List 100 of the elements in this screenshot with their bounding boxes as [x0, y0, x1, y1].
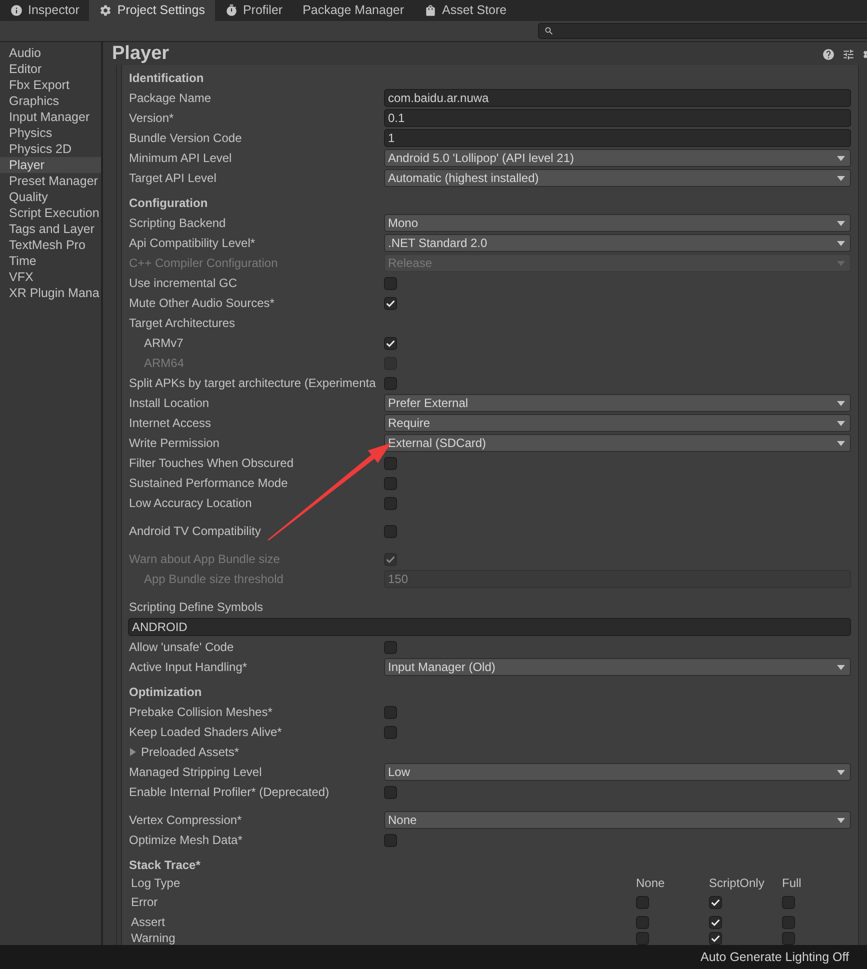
field-label: Minimum API Level: [129, 150, 232, 167]
section-heading: Configuration: [129, 195, 208, 212]
field-label: Enable Internal Profiler* (Deprecated): [129, 784, 330, 801]
sidebar-item[interactable]: VFX: [0, 269, 101, 285]
dropdown[interactable]: Low: [384, 763, 851, 781]
status-text: Auto Generate Lighting Off: [700, 948, 849, 966]
column-header: None: [636, 875, 666, 892]
sidebar-item[interactable]: TextMesh Pro: [0, 237, 101, 253]
checkbox[interactable]: [384, 296, 397, 310]
checkbox[interactable]: [384, 834, 397, 846]
field-label: Scripting Define Symbols: [129, 599, 264, 616]
text-field[interactable]: 1: [384, 129, 851, 147]
checkbox[interactable]: [636, 932, 649, 945]
checkbox[interactable]: [709, 896, 722, 908]
checkbox[interactable]: [384, 726, 397, 738]
field-label: Vertex Compression*: [129, 812, 242, 829]
dropdown[interactable]: Android 5.0 'Lollipop' (API level 21): [384, 149, 851, 167]
field-label: Prebake Collision Meshes*: [129, 704, 272, 721]
checkbox[interactable]: [384, 524, 397, 538]
panel-title: Player: [112, 42, 170, 65]
checkbox[interactable]: [384, 376, 397, 390]
triangle-icon: [129, 748, 137, 756]
sidebar-item[interactable]: Editor: [0, 61, 101, 77]
field-label: Api Compatibility Level*: [129, 235, 256, 252]
sidebar-item[interactable]: Tags and Layer: [0, 221, 101, 237]
text-field[interactable]: 0.1: [384, 109, 851, 127]
text-field[interactable]: ANDROID: [128, 618, 851, 636]
sidebar-item[interactable]: Quality: [0, 189, 101, 205]
checkbox[interactable]: [384, 786, 397, 798]
checkbox[interactable]: [636, 916, 649, 928]
dropdown[interactable]: Input Manager (Old): [384, 658, 851, 676]
checkbox[interactable]: [384, 496, 397, 510]
search-icon: [544, 26, 554, 36]
sidebar-item[interactable]: Time: [0, 253, 101, 269]
tab[interactable]: Project Settings: [89, 0, 215, 21]
sidebar-item[interactable]: Player: [0, 157, 101, 173]
checkbox[interactable]: [384, 276, 397, 290]
log-type-label: Error: [131, 894, 159, 911]
sidebar-item[interactable]: Physics: [0, 125, 101, 141]
checkbox[interactable]: [709, 932, 722, 945]
sidebar-item[interactable]: Graphics: [0, 93, 101, 109]
sidebar-item[interactable]: Script Execution: [0, 205, 101, 221]
sliders-icon: [842, 48, 855, 61]
gear-icon[interactable]: [862, 48, 867, 61]
caret-icon: [837, 818, 845, 822]
checkmark-icon: [386, 556, 395, 562]
sidebar-item[interactable]: Input Manager: [0, 109, 101, 125]
sidebar-item[interactable]: Audio: [0, 45, 101, 61]
dropdown[interactable]: Automatic (highest installed): [384, 169, 851, 187]
checkbox[interactable]: [782, 896, 795, 908]
field-label: Bundle Version Code: [129, 130, 242, 147]
sidebar-item[interactable]: Fbx Export: [0, 77, 101, 93]
checkbox[interactable]: [384, 456, 397, 470]
gear-icon: [99, 4, 112, 17]
sidebar-item[interactable]: XR Plugin Mana: [0, 285, 101, 301]
checkbox[interactable]: [384, 640, 397, 654]
field-label: Use incremental GC: [129, 275, 238, 292]
field-label: Mute Other Audio Sources*: [129, 295, 274, 312]
field-label: Internet Access: [129, 415, 212, 432]
foldout-toggle[interactable]: Preloaded Assets*: [129, 742, 240, 762]
dropdown[interactable]: Require: [384, 414, 851, 432]
checkmark-icon: [386, 300, 395, 306]
checkmark-icon: [386, 340, 395, 346]
field-label: Package Name: [129, 90, 212, 107]
text-field[interactable]: com.baidu.ar.nuwa: [384, 89, 851, 107]
dropdown[interactable]: .NET Standard 2.0: [384, 234, 851, 252]
field-label: Write Permission: [129, 435, 220, 452]
field-label: Scripting Backend: [129, 215, 226, 232]
field-label: Optimize Mesh Data*: [129, 832, 242, 849]
field-label: Filter Touches When Obscured: [129, 455, 294, 472]
checkbox[interactable]: [384, 476, 397, 490]
checkbox[interactable]: [709, 916, 722, 928]
column-header: Full: [782, 875, 802, 892]
field-label: ARMv7: [144, 335, 184, 352]
caret-icon: [837, 400, 845, 406]
checkbox[interactable]: [782, 916, 795, 928]
caret-icon: [837, 440, 845, 446]
field-label: C++ Compiler Configuration: [129, 255, 278, 272]
sidebar-item[interactable]: Physics 2D: [0, 141, 101, 157]
column-header: Log Type: [131, 875, 182, 892]
checkbox[interactable]: [782, 932, 795, 945]
dropdown[interactable]: Mono: [384, 214, 851, 232]
dropdown[interactable]: External (SDCard): [384, 434, 851, 452]
caret-icon: [837, 220, 845, 226]
caret-icon: [837, 664, 845, 670]
caret-icon: [837, 260, 845, 266]
checkbox[interactable]: [384, 336, 397, 350]
section-heading: Optimization: [129, 684, 202, 701]
search-field[interactable]: [538, 23, 867, 39]
dropdown[interactable]: None: [384, 811, 851, 829]
checkmark-icon: [711, 935, 720, 942]
stopwatch-icon: [224, 4, 238, 17]
field-label: Warn about App Bundle size: [129, 551, 280, 568]
dropdown[interactable]: Prefer External: [384, 394, 851, 412]
checkbox[interactable]: [636, 896, 649, 908]
checkbox[interactable]: [384, 706, 397, 718]
field-label: Keep Loaded Shaders Alive*: [129, 724, 282, 741]
field-label: Android TV Compatibility: [129, 523, 261, 540]
field-label: Allow 'unsafe' Code: [129, 639, 234, 656]
sidebar-item[interactable]: Preset Manager: [0, 173, 101, 189]
